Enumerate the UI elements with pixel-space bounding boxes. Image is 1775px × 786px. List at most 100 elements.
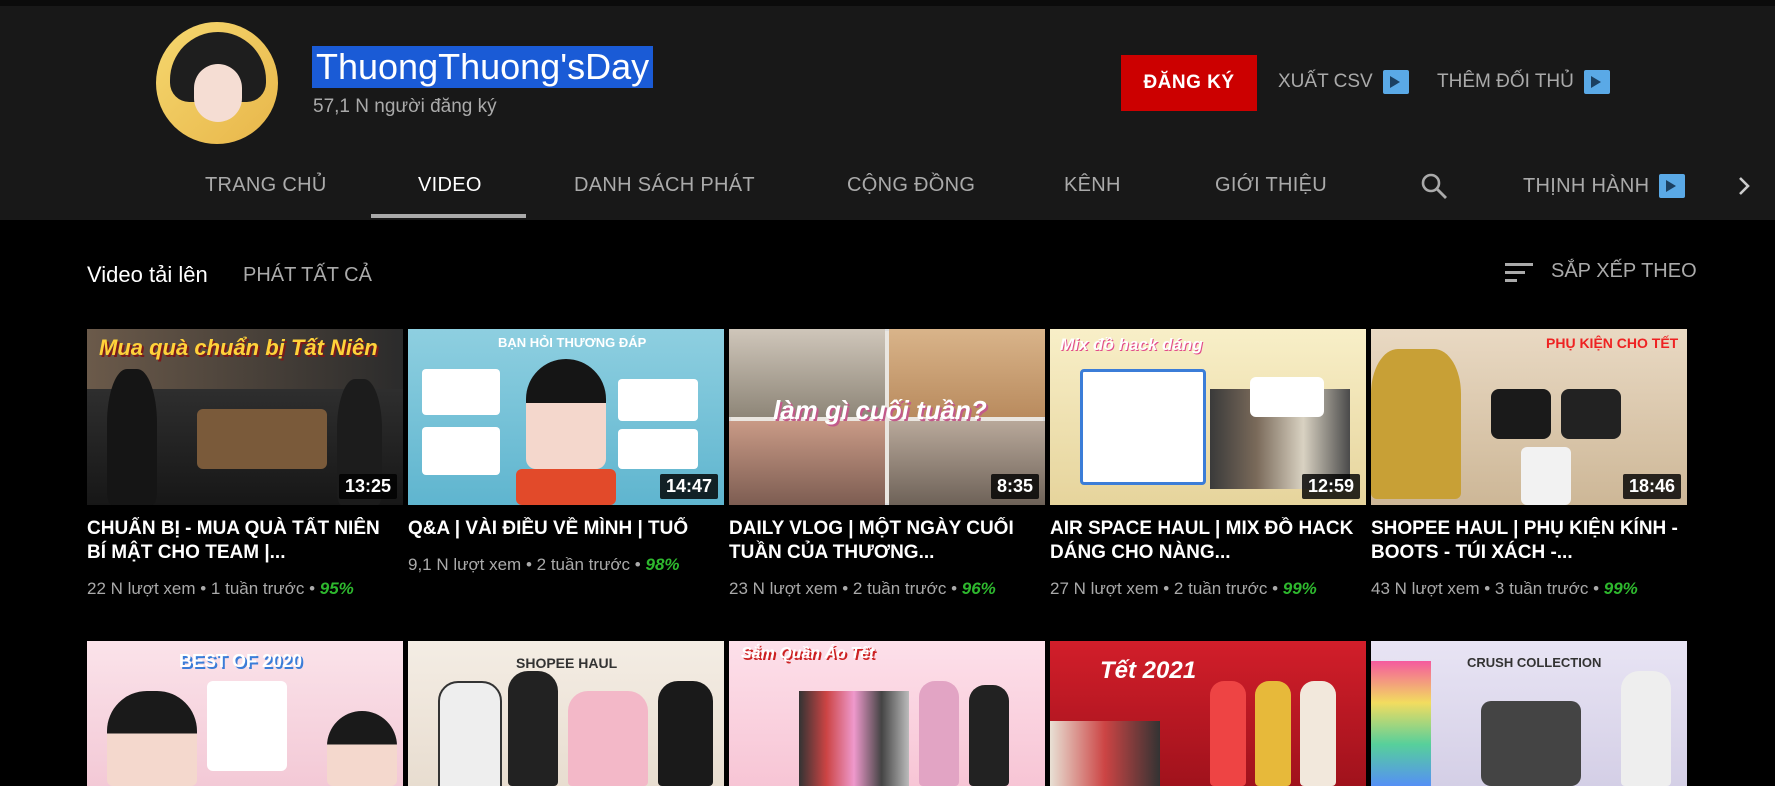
thumbnail-person [107, 691, 197, 786]
tab-channels[interactable]: KÊNH [1064, 174, 1121, 197]
video-meta: 27 N lượt xem • 2 tuần trước • 99% [1050, 579, 1317, 599]
thumbnail-person [107, 369, 157, 505]
video-card[interactable]: BẠN HỎI THƯƠNG ĐÁP 14:47 Q&A | VÀI ĐIỀU … [408, 329, 724, 609]
thumbnail-overlay-text: Mua quà chuẩn bị Tất Niên [99, 335, 378, 360]
video-card[interactable]: CRUSH COLLECTION [1371, 641, 1687, 786]
video-card[interactable]: PHỤ KIỆN CHO TẾT 18:46 SHOPEE HAUL | PHỤ… [1371, 329, 1687, 609]
video-title[interactable]: DAILY VLOG | MỘT NGÀY CUỐI TUẦN CỦA THƯƠ… [729, 517, 1045, 565]
video-card[interactable]: làm gì cuối tuần? 8:35 DAILY VLOG | MỘT … [729, 329, 1045, 609]
video-title[interactable]: SHOPEE HAUL | PHỤ KIỆN KÍNH - BOOTS - TÚ… [1371, 517, 1687, 565]
thumbnail-person [1255, 681, 1291, 786]
add-competitor-button[interactable]: THÊM ĐỐI THỦ [1437, 70, 1610, 94]
thumbnail-overlay-text: làm gì cuối tuần? [773, 395, 987, 425]
sort-button[interactable]: SẮP XẾP THEO [1505, 260, 1697, 283]
tab-home[interactable]: TRANG CHỦ [205, 174, 327, 197]
meta-separator: • [200, 579, 207, 598]
channel-name: ThuongThuong'sDay [312, 46, 654, 88]
tab-about[interactable]: GIỚI THIỆU [1215, 174, 1327, 197]
thumbnail-person [658, 681, 713, 786]
play-all-button[interactable]: PHÁT TẤT CẢ [243, 264, 372, 287]
tab-trending-label: THỊNH HÀNH [1523, 174, 1650, 197]
tab-playlists[interactable]: DANH SÁCH PHÁT [574, 174, 755, 197]
video-thumbnail[interactable]: Tết 2021 [1050, 641, 1366, 786]
video-views: 27 N lượt xem [1050, 579, 1159, 598]
channel-avatar[interactable] [156, 22, 278, 144]
video-card[interactable]: Sắm Quần Áo Tết [729, 641, 1045, 786]
tab-videos[interactable]: VIDEO [418, 174, 482, 197]
thumbnail-person [508, 671, 558, 786]
tab-community[interactable]: CỘNG ĐỒNG [847, 174, 975, 197]
video-views: 9,1 N lượt xem [408, 555, 522, 574]
thumbnail-table [197, 409, 327, 469]
video-meta: 22 N lượt xem • 1 tuần trước • 95% [87, 579, 354, 599]
thumbnail-person [1621, 671, 1671, 786]
thumbnail-person [1210, 681, 1246, 786]
video-duration: 12:59 [1301, 474, 1360, 499]
export-csv-label: XUẤT CSV [1278, 71, 1373, 92]
thumbnail-clothes-rack [799, 691, 909, 786]
chevron-right-icon[interactable] [1734, 174, 1754, 198]
video-age: 2 tuần trước [536, 555, 631, 574]
thumbnail-bubble [618, 379, 698, 421]
meta-separator: • [309, 579, 316, 598]
thumbnail-overlay-text: Tết 2021 [1100, 657, 1197, 684]
sort-icon [1505, 262, 1533, 282]
video-thumbnail[interactable]: PHỤ KIỆN CHO TẾT 18:46 [1371, 329, 1687, 505]
video-card[interactable]: SHOPEE HAUL [408, 641, 724, 786]
thumbnail-shopee-badge [1250, 377, 1324, 417]
video-card[interactable]: Tết 2021 [1050, 641, 1366, 786]
video-title[interactable]: CHUẨN BỊ - MUA QUÀ TẤT NIÊN BÍ MẬT CHO T… [87, 517, 403, 565]
thumbnail-person [568, 691, 648, 786]
avatar-face [194, 64, 242, 122]
video-age: 2 tuần trước [852, 579, 947, 598]
video-thumbnail[interactable]: BEST OF 2020 [87, 641, 403, 786]
thumbnail-sweater [1371, 349, 1461, 499]
video-title[interactable]: AIR SPACE HAUL | MIX ĐỒ HACK DÁNG CHO NÀ… [1050, 517, 1366, 565]
video-thumbnail[interactable]: SHOPEE HAUL [408, 641, 724, 786]
subscribe-button[interactable]: ĐĂNG KÝ [1121, 55, 1257, 111]
video-thumbnail[interactable]: làm gì cuối tuần? 8:35 [729, 329, 1045, 505]
meta-separator: • [1593, 579, 1600, 598]
search-icon[interactable] [1420, 172, 1448, 200]
video-card[interactable]: Mix đồ hack dáng 12:59 AIR SPACE HAUL | … [1050, 329, 1366, 609]
video-thumbnail[interactable]: BẠN HỎI THƯƠNG ĐÁP 14:47 [408, 329, 724, 505]
thumbnail-overlay-text: Sắm Quần Áo Tết [741, 645, 875, 662]
tab-trending[interactable]: THỊNH HÀNH [1523, 174, 1686, 198]
iq-extension-icon [1659, 174, 1686, 198]
thumbnail-person [1300, 681, 1336, 786]
video-age: 2 tuần trước [1173, 579, 1268, 598]
video-age: 1 tuần trước [210, 579, 305, 598]
thumbnail-boots [1521, 447, 1571, 505]
sort-label: SẮP XẾP THEO [1551, 260, 1697, 282]
thumbnail-person [438, 681, 502, 786]
video-thumbnail[interactable]: Sắm Quần Áo Tết [729, 641, 1045, 786]
video-like-ratio: 98% [645, 555, 680, 574]
video-meta: 43 N lượt xem • 3 tuần trước • 99% [1371, 579, 1638, 599]
video-card[interactable]: BEST OF 2020 [87, 641, 403, 786]
video-views: 43 N lượt xem [1371, 579, 1480, 598]
export-csv-button[interactable]: XUẤT CSV [1278, 70, 1409, 94]
thumbnail-overlay-text: Mix đồ hack dáng [1060, 335, 1203, 354]
subscriber-count: 57,1 N người đăng ký [313, 96, 497, 117]
video-age: 3 tuần trước [1494, 579, 1589, 598]
thumbnail-food [516, 469, 616, 505]
thumbnail-bag [1561, 389, 1621, 439]
video-card[interactable]: Mua quà chuẩn bị Tất Niên 13:25 CHUẨN BỊ… [87, 329, 403, 609]
thumbnail-bubble [618, 429, 698, 469]
video-like-ratio: 96% [961, 579, 996, 598]
video-duration: 8:35 [990, 474, 1039, 499]
video-duration: 14:47 [659, 474, 718, 499]
thumbnail-frame [1080, 369, 1206, 485]
thumbnail-overlay-text: SHOPEE HAUL [516, 655, 618, 671]
channel-header: ThuongThuong'sDay 57,1 N người đăng ký Đ… [0, 0, 1775, 220]
thumbnail-overlay-text: BẠN HỎI THƯƠNG ĐÁP [498, 335, 647, 350]
video-thumbnail[interactable]: Mix đồ hack dáng 12:59 [1050, 329, 1366, 505]
thumbnail-clothes [1050, 721, 1160, 786]
add-competitor-label: THÊM ĐỐI THỦ [1437, 71, 1574, 92]
video-title[interactable]: Q&A | VÀI ĐIỀU VỀ MÌNH | TUỔ [408, 517, 724, 541]
meta-separator: • [951, 579, 958, 598]
video-thumbnail[interactable]: CRUSH COLLECTION [1371, 641, 1687, 786]
meta-separator: • [525, 555, 532, 574]
meta-separator: • [842, 579, 849, 598]
video-thumbnail[interactable]: Mua quà chuẩn bị Tất Niên 13:25 [87, 329, 403, 505]
